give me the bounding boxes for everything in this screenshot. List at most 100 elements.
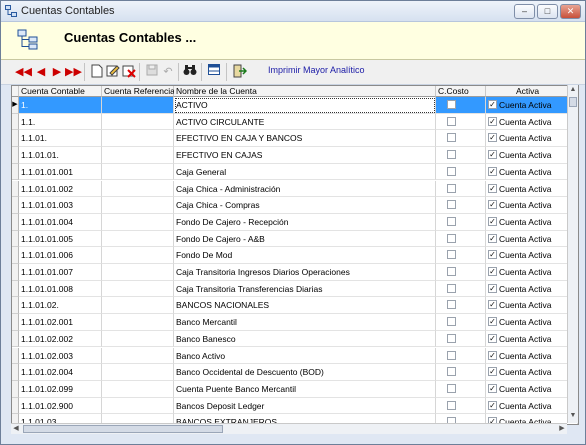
active-checkbox[interactable]: ✓ [488,350,497,360]
cell-nombre[interactable]: Caja Transitoria Ingresos Diarios Operac… [174,264,436,281]
active-checkbox[interactable]: ✓ [488,317,497,327]
cost-center-checkbox[interactable] [447,233,456,243]
maximize-button[interactable]: □ [537,4,558,19]
table-row[interactable]: 1.1.01.02.900 Bancos Deposit Ledger ✓ Cuent… [12,397,578,415]
cell-nombre[interactable]: Banco Occidental de Descuento (BOD) [174,364,436,381]
cell-nombre[interactable]: EFECTIVO EN CAJA Y BANCOS [174,130,436,148]
cost-center-checkbox[interactable] [447,283,456,293]
cell-nombre[interactable]: Bancos Deposit Ledger [174,397,436,415]
cell-referencia[interactable] [102,247,174,264]
row-selector[interactable] [12,297,19,315]
cell-referencia[interactable] [102,347,174,365]
table-row[interactable]: 1.1.01.01.006 Fondo De Mod ✓ Cuenta Activa [12,247,578,264]
row-selector[interactable] [12,230,19,248]
close-button[interactable]: ✕ [560,4,581,19]
search-binoculars-icon[interactable] [182,64,198,80]
cell-referencia[interactable] [102,163,174,181]
cell-cuenta[interactable]: 1.1.01.02.003 [19,347,102,365]
cell-cuenta[interactable]: 1.1.01.02.002 [19,330,102,348]
table-row[interactable]: ▶ 1. ACTIVO ✓ Cuenta Activa [12,97,578,114]
active-checkbox[interactable]: ✓ [488,133,497,143]
table-row[interactable]: 1.1.01.02.004 Banco Occidental de Descuen… [12,364,578,381]
row-selector[interactable] [12,163,19,181]
cell-nombre[interactable]: Banco Banesco [174,330,436,348]
cell-cuenta[interactable]: 1.1.01.01.007 [19,264,102,281]
active-checkbox[interactable]: ✓ [488,300,497,310]
delete-record-icon[interactable] [121,64,137,80]
cell-cuenta[interactable]: 1.1.01.01.004 [19,213,102,231]
cost-center-checkbox[interactable] [447,267,456,276]
cell-nombre[interactable]: Caja Chica - Administración [174,180,436,198]
table-row[interactable]: 1.1.01.01.001 Caja General ✓ Cuenta Activa [12,163,578,181]
grid-view-icon[interactable] [206,64,222,80]
active-checkbox[interactable]: ✓ [488,216,497,226]
cell-referencia[interactable] [102,113,174,131]
cell-cuenta[interactable]: 1.1.01.02.001 [19,314,102,331]
table-row[interactable]: 1.1.01. EFECTIVO EN CAJA Y BANCOS ✓ Cuenta … [12,130,578,148]
row-selector[interactable] [12,147,19,164]
row-selector[interactable] [12,397,19,415]
active-checkbox[interactable]: ✓ [488,400,497,410]
cell-referencia[interactable] [102,213,174,231]
cell-nombre[interactable]: Caja Chica - Compras [174,197,436,214]
table-row[interactable]: 1.1.01.01.007 Caja Transitoria Ingresos D… [12,264,578,281]
new-record-icon[interactable] [89,64,105,80]
horizontal-scroll-thumb[interactable] [23,425,223,433]
first-record-icon[interactable]: ◀◀ [15,64,32,80]
cell-cuenta[interactable]: 1.1.01.02.900 [19,397,102,415]
active-checkbox[interactable]: ✓ [488,267,497,276]
cell-referencia[interactable] [102,280,174,298]
print-ledger-link[interactable]: Imprimir Mayor Analítico [268,65,365,75]
row-selector[interactable] [12,180,19,198]
vertical-scrollbar[interactable]: ▲ ▼ [567,85,578,423]
cell-nombre[interactable]: Fondo De Mod [174,247,436,264]
cell-nombre[interactable]: Cuenta Puente Banco Mercantil [174,380,436,398]
cost-center-checkbox[interactable] [447,333,456,343]
cell-referencia[interactable] [102,197,174,214]
cost-center-checkbox[interactable] [447,383,456,393]
cost-center-checkbox[interactable] [447,100,456,109]
cell-cuenta[interactable]: 1.1.01.02.004 [19,364,102,381]
row-selector[interactable] [12,113,19,131]
active-checkbox[interactable]: ✓ [488,233,497,243]
cell-referencia[interactable] [102,230,174,248]
active-checkbox[interactable]: ✓ [488,383,497,393]
row-selector[interactable] [12,264,19,281]
cost-center-checkbox[interactable] [447,367,456,377]
cell-referencia[interactable] [102,380,174,398]
column-header-nombre[interactable]: Nombre de la Cuenta [174,86,436,97]
active-checkbox[interactable]: ✓ [488,183,497,193]
active-checkbox[interactable]: ✓ [488,367,497,377]
cell-cuenta[interactable]: 1.1.01.02. [19,297,102,315]
table-row[interactable]: 1.1.01.02.002 Banco Banesco ✓ Cuenta Activa [12,330,578,348]
scroll-right-arrow-icon[interactable]: ▶ [557,424,567,434]
active-checkbox[interactable]: ✓ [488,100,497,109]
row-selector[interactable] [12,130,19,148]
row-selector[interactable] [12,364,19,381]
table-row[interactable]: 1.1.01.02.001 Banco Mercantil ✓ Cuenta Acti… [12,314,578,331]
active-checkbox[interactable]: ✓ [488,116,497,126]
table-row[interactable]: 1.1.01.01. EFECTIVO EN CAJAS ✓ Cuenta Activ… [12,147,578,164]
title-bar[interactable]: Cuentas Contables – □ ✕ [1,1,585,22]
cost-center-checkbox[interactable] [447,300,456,310]
scroll-up-arrow-icon[interactable]: ▲ [568,85,578,95]
cost-center-checkbox[interactable] [447,183,456,193]
table-row[interactable]: 1.1.01.02. BANCOS NACIONALES ✓ Cuenta Activ… [12,297,578,315]
cell-cuenta[interactable]: 1.1.01.01.005 [19,230,102,248]
cell-nombre[interactable]: EFECTIVO EN CAJAS [174,147,436,164]
last-record-icon[interactable]: ▶▶ [65,64,82,80]
column-header-costo[interactable]: C.Costo [436,86,486,97]
cell-nombre[interactable]: Banco Mercantil [174,314,436,331]
cell-cuenta[interactable]: 1.1.01.01.006 [19,247,102,264]
exit-icon[interactable] [232,64,248,80]
cell-cuenta[interactable]: 1.1.01.01.003 [19,197,102,214]
cell-cuenta[interactable]: 1.1.01.01.008 [19,280,102,298]
cost-center-checkbox[interactable] [447,150,456,160]
row-selector[interactable] [12,314,19,331]
cell-cuenta[interactable]: 1.1.01.01.002 [19,180,102,198]
cell-referencia[interactable] [102,130,174,148]
table-row[interactable]: 1.1.01.01.008 Caja Transitoria Transferen… [12,280,578,298]
row-selector[interactable] [12,330,19,348]
table-row[interactable]: 1.1.01.01.004 Fondo De Cajero - Recepción… [12,213,578,231]
cell-referencia[interactable] [102,264,174,281]
